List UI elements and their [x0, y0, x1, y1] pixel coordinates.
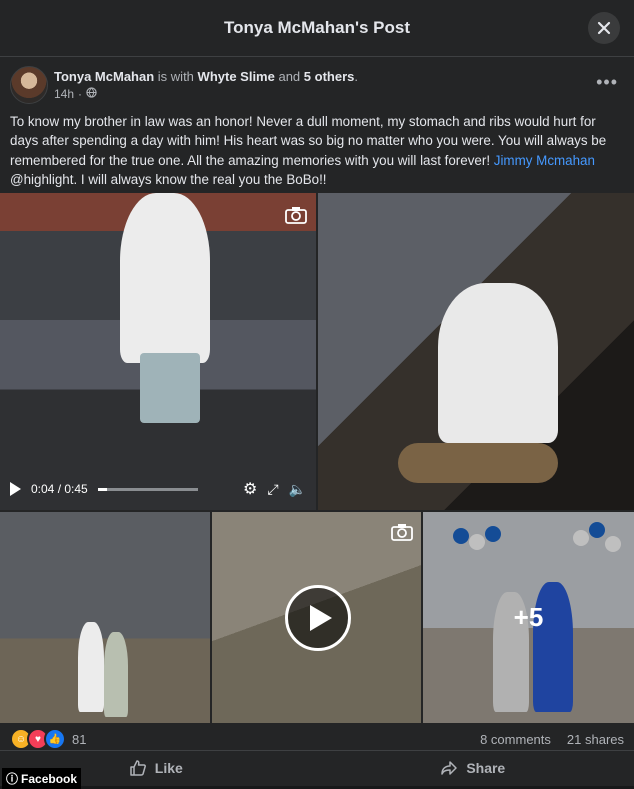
post-meta: 14h · — [54, 87, 97, 101]
video-tile[interactable] — [212, 512, 421, 723]
mention-link[interactable]: Jimmy Mcmahan — [494, 153, 595, 168]
author-line: Tonya McMahan is with Whyte Slime and 5 … — [54, 69, 358, 84]
post-stats: 8 comments 21 shares — [480, 732, 624, 747]
photo-tile[interactable]: +5 — [423, 512, 634, 723]
with-text: is with — [157, 69, 194, 84]
video-progress-fill — [97, 487, 107, 491]
meta-dot: · — [78, 87, 83, 101]
share-label: Share — [466, 760, 506, 776]
like-button[interactable]: Like — [99, 759, 213, 777]
fullscreen-icon[interactable]: ⤢ — [267, 481, 278, 498]
post-dialog: Tonya McMahan's Post Tonya McMahan is wi… — [0, 0, 634, 789]
table-plate — [398, 443, 558, 483]
more-icon[interactable]: ••• — [596, 72, 618, 93]
reaction-icons[interactable]: ☺ ♥ 👍 — [10, 728, 66, 750]
action-bar: Like Share — [0, 750, 634, 785]
video-controls: 0:04 / 0:45 ⚙ ⤢ 🔈 — [0, 468, 316, 510]
tagged-friend[interactable]: Whyte Slime — [198, 69, 275, 84]
person-figure — [78, 622, 104, 712]
play-icon[interactable] — [285, 585, 351, 651]
post-timestamp[interactable]: 14h — [54, 87, 74, 101]
media-grid: 0:04 / 0:45 ⚙ ⤢ 🔈 +5 — [0, 193, 634, 723]
avatar[interactable] — [10, 66, 48, 104]
camera-icon[interactable] — [390, 522, 414, 542]
video-progress[interactable] — [97, 487, 198, 491]
share-button[interactable]: Share — [410, 759, 535, 777]
settings-icon[interactable]: ⚙ — [243, 479, 257, 499]
dialog-title: Tonya McMahan's Post — [223, 18, 411, 37]
person-figure — [104, 632, 128, 717]
close-icon — [597, 21, 611, 35]
camera-icon[interactable] — [284, 205, 308, 225]
reaction-count[interactable]: 81 — [72, 732, 86, 747]
volume-icon[interactable]: 🔈 — [289, 481, 306, 498]
share-icon — [441, 761, 458, 775]
close-button[interactable] — [588, 12, 620, 44]
photo-tile[interactable] — [0, 512, 210, 723]
watermark-label: Facebook — [21, 771, 78, 786]
author-line-period: . — [354, 69, 358, 84]
video-tile[interactable]: 0:04 / 0:45 ⚙ ⤢ 🔈 — [0, 193, 316, 510]
and-text: and — [278, 69, 301, 84]
like-label: Like — [154, 760, 183, 776]
person-figure — [438, 283, 558, 443]
globe-icon — [86, 87, 97, 101]
tagged-others[interactable]: 5 others — [304, 69, 355, 84]
author-name[interactable]: Tonya McMahan — [54, 69, 154, 84]
share-count[interactable]: 21 shares — [567, 732, 624, 747]
more-photos-overlay[interactable]: +5 — [423, 512, 634, 723]
dialog-header: Tonya McMahan's Post — [0, 0, 634, 57]
video-time: 0:04 / 0:45 — [31, 482, 88, 496]
post-author-row: Tonya McMahan is with Whyte Slime and 5 … — [10, 66, 624, 106]
facebook-logo-icon: ⓘ — [6, 772, 19, 786]
photo-tile[interactable] — [318, 193, 634, 510]
post-text: To know my brother in law was an honor! … — [10, 112, 626, 190]
person-figure — [120, 193, 210, 363]
play-icon[interactable] — [10, 482, 21, 496]
like-icon — [130, 760, 146, 776]
comment-count[interactable]: 8 comments — [480, 732, 551, 747]
like-icon: 👍 — [44, 728, 66, 750]
reactions-bar: ☺ ♥ 👍 81 8 comments 21 shares — [10, 728, 624, 750]
post-body-end: @highlight. I will always know the real … — [10, 172, 327, 188]
person-legs — [140, 353, 200, 423]
